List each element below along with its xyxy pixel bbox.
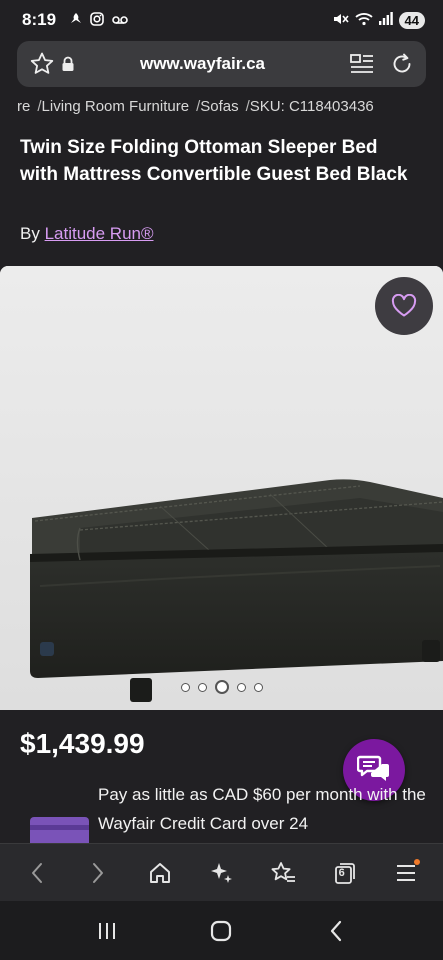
lock-icon[interactable] [61,56,75,72]
product-image[interactable] [0,266,443,710]
status-system-icons: 44 [333,11,425,29]
status-time: 8:19 [22,10,57,29]
notification-dot [414,858,421,865]
sparkle-icon [211,862,233,883]
carousel-dot[interactable] [253,682,263,692]
favorites-button[interactable] [263,853,303,893]
financing-text: Pay as little as CAD $60 per month with … [98,785,426,833]
mute-icon [333,12,349,29]
product-image-carousel[interactable] [0,266,443,710]
back-icon [31,862,42,883]
menu-button[interactable] [386,853,426,893]
carousel-dot[interactable] [214,680,229,694]
breadcrumb-sku: SKU: C118403436 [249,98,374,115]
reload-icon[interactable] [390,52,414,76]
back-button[interactable] [17,853,57,893]
system-nav-bar [0,901,443,960]
breadcrumb-item[interactable]: Living Room Furniture [42,98,190,115]
recent-apps-button[interactable] [87,911,127,951]
browser-toolbar: 6 [0,843,443,901]
forward-icon [93,862,104,883]
favorites-icon [271,861,296,882]
signal-icon [378,12,393,28]
breadcrumb-item[interactable]: Sofas [200,98,238,115]
brand-link[interactable]: Latitude Run® [45,224,154,243]
menu-icon [397,864,416,881]
forward-button[interactable] [78,853,118,893]
brand-line: By Latitude Run® [20,224,154,244]
favorite-button[interactable] [375,277,433,335]
home-nav-button[interactable] [201,911,241,951]
home-nav-icon [211,920,232,941]
breadcrumb: re/Living Room Furniture/Sofas/SKU: C118… [17,98,443,115]
breadcrumb-item[interactable]: re [17,98,30,115]
status-bar: 8:19 44 [0,0,443,40]
tabs-button[interactable]: 6 [325,853,365,893]
carousel-dot[interactable] [180,682,190,692]
back-nav-icon [330,920,341,941]
reader-mode-icon[interactable] [350,53,374,75]
product-title: Twin Size Folding Ottoman Sleeper Bed wi… [20,137,408,185]
carousel-dot[interactable] [197,682,207,692]
carousel-dot[interactable] [236,682,246,692]
recent-apps-icon [99,922,116,939]
product-price: $1,439.99 [20,728,145,759]
brand-prefix: By [20,224,40,243]
home-icon [149,862,170,883]
battery-indicator: 44 [398,11,425,29]
ai-assistant-button[interactable] [201,853,241,893]
carousel-dots [0,680,443,694]
back-nav-button[interactable] [316,911,356,951]
voicemail-icon [112,12,128,28]
wifi-calling-icon [70,12,82,29]
star-icon[interactable] [29,51,55,77]
wifi-icon [354,12,373,29]
instagram-icon [90,11,104,29]
url-bar[interactable]: www.wayfair.ca [17,41,426,87]
url-text[interactable]: www.wayfair.ca [75,54,330,74]
status-notification-icons [70,11,128,29]
heart-icon [391,294,417,317]
home-button[interactable] [140,853,180,893]
tab-count: 6 [338,866,345,879]
